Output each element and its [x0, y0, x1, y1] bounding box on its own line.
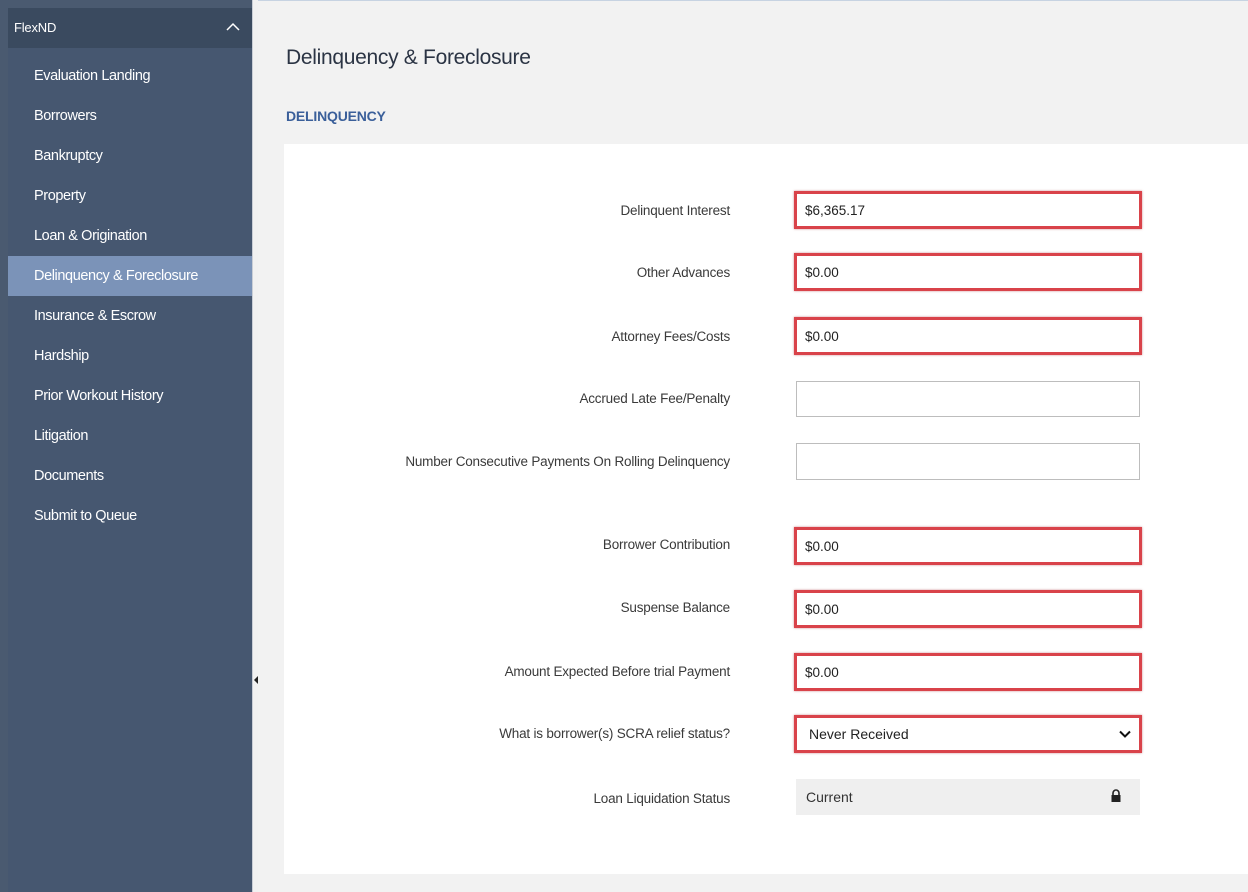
sidebar: FlexND Evaluation Landing Borrowers Bank… [0, 0, 258, 892]
sidebar-panel: FlexND Evaluation Landing Borrowers Bank… [8, 8, 252, 892]
loan-liquidation-label: Loan Liquidation Status [593, 791, 730, 806]
app-window: FlexND Evaluation Landing Borrowers Bank… [0, 0, 1248, 892]
borrower-contribution-input[interactable] [796, 529, 1140, 563]
delinquent-interest-label: Delinquent Interest [620, 203, 730, 218]
borrower-contribution-label: Borrower Contribution [602, 537, 730, 552]
scra-status-selected-value: Never Received [809, 726, 909, 742]
chevron-down-icon [1119, 730, 1131, 738]
form-row-borrower-contribution: Borrower Contribution [284, 526, 1248, 566]
scra-status-label: What is borrower(s) SCRA relief status? [499, 726, 730, 741]
sidebar-item-bankruptcy[interactable]: Bankruptcy [8, 136, 252, 176]
form-row-suspense-balance: Suspense Balance [284, 589, 1248, 629]
loan-liquidation-field: Current [796, 779, 1140, 815]
sidebar-header-title: FlexND [14, 20, 57, 35]
loan-liquidation-value: Current [806, 789, 853, 805]
sidebar-item-borrowers[interactable]: Borrowers [8, 96, 252, 136]
accrued-late-fee-label: Accrued Late Fee/Penalty [579, 391, 730, 406]
sidebar-item-submit-to-queue[interactable]: Submit to Queue [8, 496, 252, 536]
sidebar-item-litigation[interactable]: Litigation [8, 416, 252, 456]
suspense-balance-input[interactable] [796, 592, 1140, 626]
delinquent-interest-input[interactable] [796, 193, 1140, 227]
form-row-loan-liquidation: Loan Liquidation Status Current [284, 779, 1248, 819]
scra-status-select[interactable]: Never Received [796, 717, 1140, 751]
suspense-balance-label: Suspense Balance [620, 600, 731, 615]
sidebar-item-delinquency-foreclosure[interactable]: Delinquency & Foreclosure [8, 256, 252, 296]
attorney-fees-label: Attorney Fees/Costs [611, 329, 731, 344]
form-row-delinquent-interest: Delinquent Interest [284, 190, 1248, 230]
sidebar-item-insurance-escrow[interactable]: Insurance & Escrow [8, 296, 252, 336]
sidebar-item-documents[interactable]: Documents [8, 456, 252, 496]
sidebar-nav: Evaluation Landing Borrowers Bankruptcy … [8, 56, 252, 536]
consecutive-payments-input[interactable] [796, 443, 1140, 480]
chevron-up-icon[interactable] [226, 22, 240, 32]
main-content: Delinquency & Foreclosure DELINQUENCY De… [258, 0, 1248, 892]
sidebar-header[interactable]: FlexND [8, 8, 252, 48]
lock-icon [1111, 789, 1121, 802]
other-advances-input[interactable] [796, 255, 1140, 289]
delinquency-form: Delinquent Interest Other Advances Attor… [284, 144, 1248, 874]
form-row-other-advances: Other Advances [284, 252, 1248, 292]
sidebar-item-hardship[interactable]: Hardship [8, 336, 252, 376]
amount-expected-input[interactable] [796, 655, 1140, 689]
other-advances-label: Other Advances [636, 265, 730, 280]
amount-expected-label: Amount Expected Before trial Payment [504, 664, 731, 679]
sidebar-item-evaluation-landing[interactable]: Evaluation Landing [8, 56, 252, 96]
sidebar-item-property[interactable]: Property [8, 176, 252, 216]
page-title: Delinquency & Foreclosure [286, 46, 531, 69]
form-row-scra-status: What is borrower(s) SCRA relief status? … [284, 714, 1248, 754]
sidebar-item-loan-origination[interactable]: Loan & Origination [8, 216, 252, 256]
accrued-late-fee-input[interactable] [796, 381, 1140, 417]
form-row-accrued-late-fee: Accrued Late Fee/Penalty [284, 380, 1248, 420]
sidebar-item-prior-workout-history[interactable]: Prior Workout History [8, 376, 252, 416]
consecutive-payments-label: Number Consecutive Payments On Rolling D… [405, 454, 730, 469]
attorney-fees-input[interactable] [796, 319, 1140, 353]
form-row-consecutive-payments: Number Consecutive Payments On Rolling D… [284, 443, 1248, 503]
form-row-amount-expected: Amount Expected Before trial Payment [284, 652, 1248, 692]
section-title: DELINQUENCY [286, 108, 386, 124]
form-row-attorney-fees: Attorney Fees/Costs [284, 316, 1248, 356]
